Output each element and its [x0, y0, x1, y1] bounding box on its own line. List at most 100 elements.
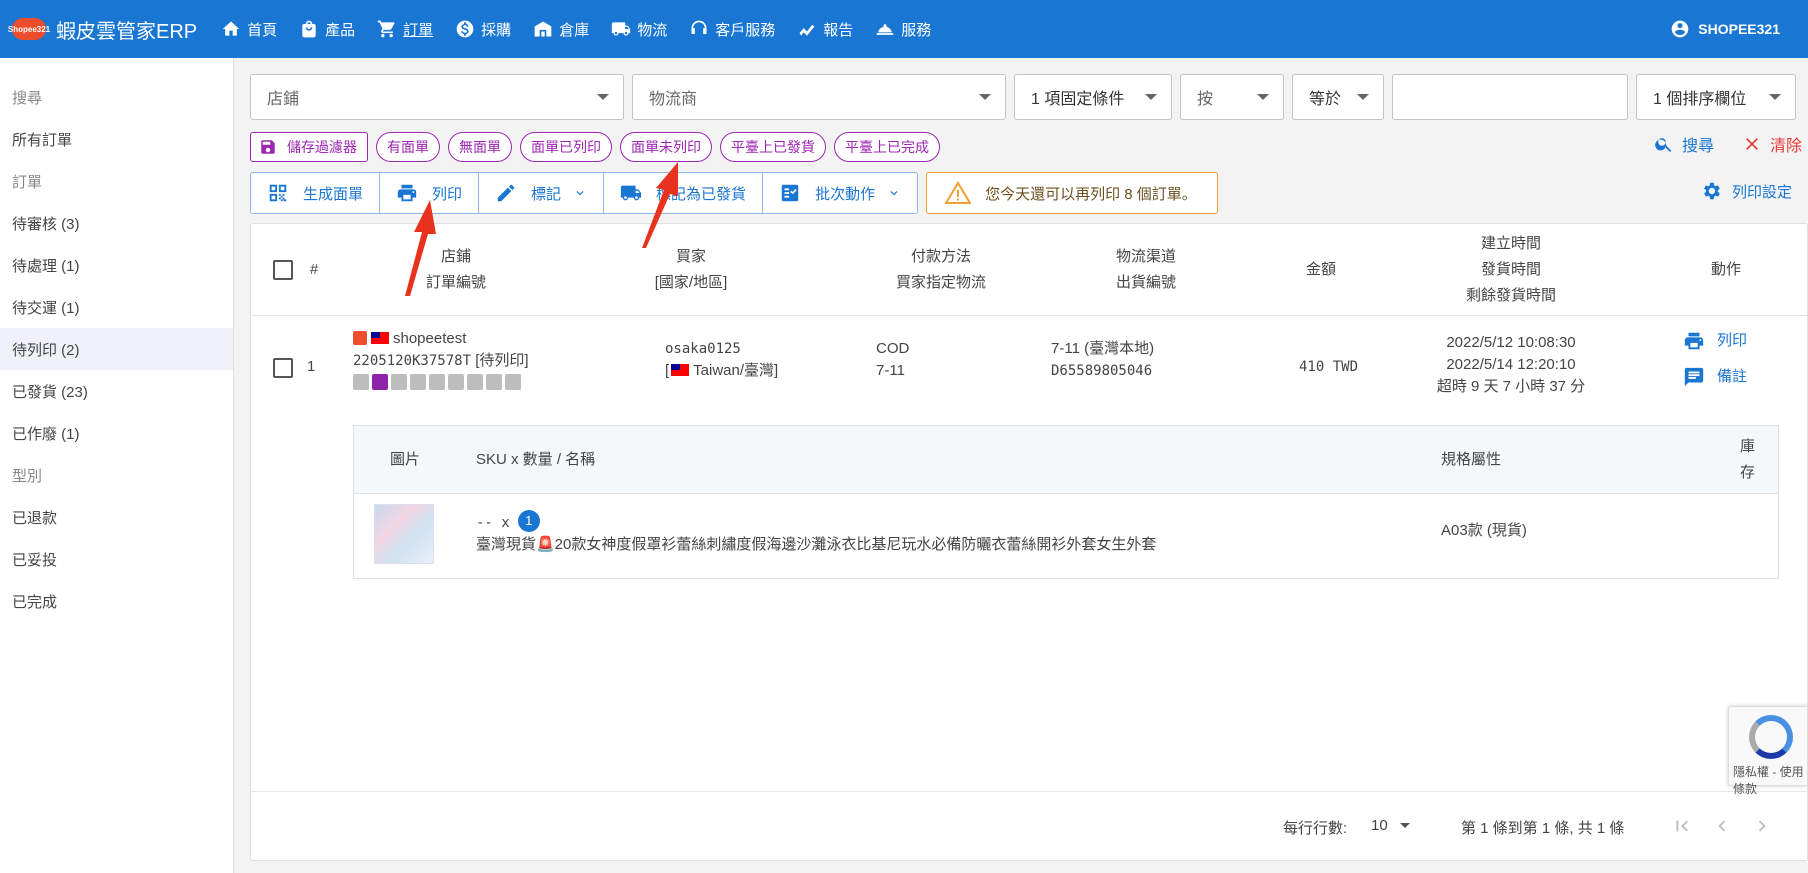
warning-text: 您今天還可以再列印 8 個訂單。	[985, 185, 1197, 203]
nav-purchase[interactable]: 採購	[455, 19, 511, 40]
chip-has-label[interactable]: 有面單	[376, 132, 440, 162]
buyer-cell: osaka0125 [Taiwan/臺灣]	[665, 338, 778, 382]
items-header-image: 圖片	[390, 451, 421, 468]
filter-row: 店鋪 物流商 1 項固定條件 按 等於 1 個排序欄位	[250, 74, 1808, 120]
item-name[interactable]: 臺灣現貨🚨20款女神度假罩衫蕾絲刺繡度假海邊沙灘泳衣比基尼玩水必備防曬衣蕾絲開衫…	[476, 534, 1376, 556]
header-times: 建立時間 發貨時間 剩餘發貨時間	[1431, 231, 1591, 309]
header-payment: 付款方法 買家指定物流	[871, 244, 1011, 296]
row-checkbox[interactable]	[273, 358, 293, 378]
first-page-icon	[1676, 820, 1688, 832]
nav-services[interactable]: 服務	[875, 19, 931, 40]
row-note-button[interactable]: 備註	[1683, 366, 1747, 388]
batch-actions-button[interactable]: 批次動作	[763, 173, 917, 213]
chip-label-printed[interactable]: 面單已列印	[520, 132, 612, 162]
chip-platform-shipped[interactable]: 平臺上已發貨	[720, 132, 826, 162]
comment-icon	[1684, 367, 1704, 387]
chip-label-not-printed[interactable]: 面單未列印	[620, 132, 712, 162]
mark-button[interactable]: 標記	[479, 173, 605, 213]
select-all-checkbox[interactable]	[273, 260, 293, 280]
buyer-region: Taiwan/臺灣	[693, 362, 775, 379]
order-line: 2205120K37578T [待列印]	[353, 350, 593, 372]
product-thumbnail[interactable]	[374, 504, 434, 564]
qr-code-icon	[269, 184, 287, 202]
items-header-spec: 規格屬性	[1441, 451, 1502, 468]
warning-icon	[945, 181, 972, 204]
user-menu[interactable]: SHOPEE321	[1670, 0, 1780, 58]
recaptcha-badge[interactable]: 隱私權 - 使用條款	[1728, 706, 1808, 796]
order-status-icons	[353, 374, 593, 390]
generate-label-text: 生成面單	[303, 185, 364, 203]
sidebar-item-delivered[interactable]: 已妥投	[0, 538, 233, 580]
sidebar-item-completed[interactable]: 已完成	[0, 580, 233, 622]
payment-cell: COD 7-11	[876, 338, 909, 382]
fixed-condition-select[interactable]: 1 項固定條件	[1014, 74, 1172, 120]
clear-button[interactable]: 清除	[1742, 132, 1802, 156]
sort-select[interactable]: 1 個排序欄位	[1636, 74, 1796, 120]
times-cell: 2022/5/12 10:08:30 2022/5/14 12:20:10 超時…	[1431, 332, 1591, 398]
row-note-label: 備註	[1717, 368, 1748, 385]
header-remaining-label: 剩餘發貨時間	[1465, 287, 1556, 304]
sort-select-label: 1 個排序欄位	[1653, 91, 1747, 108]
save-filter-label: 儲存過濾器	[287, 139, 357, 155]
sidebar-item-refunded[interactable]: 已退款	[0, 496, 233, 538]
nav-logistics[interactable]: 物流	[611, 19, 667, 40]
rows-per-page-select[interactable]: 10	[1371, 817, 1410, 834]
sidebar-item-pending-process[interactable]: 待處理 (1)	[0, 244, 233, 286]
batch-actions-text: 批次動作	[815, 185, 876, 203]
item-row: -- x 1 臺灣現貨🚨20款女神度假罩衫蕾絲刺繡度假海邊沙灘泳衣比基尼玩水必備防…	[354, 494, 1778, 578]
sidebar-item-all-orders[interactable]: 所有訂單	[0, 118, 233, 160]
chip-no-label[interactable]: 無面單	[448, 132, 512, 162]
generate-label-button[interactable]: 生成面單	[251, 173, 381, 213]
sidebar-item-voided[interactable]: 已作廢 (1)	[0, 412, 233, 454]
app-title: 蝦皮雲管家ERP	[56, 20, 198, 43]
sidebar-item-pending-ship[interactable]: 待交運 (1)	[0, 286, 233, 328]
sidebar-item-pending-review[interactable]: 待審核 (3)	[0, 202, 233, 244]
nav-orders[interactable]: 訂單	[377, 19, 433, 40]
sidebar-item-shipped[interactable]: 已發貨 (23)	[0, 370, 233, 412]
pagination: 每行行數: 10 第 1 條到第 1 條, 共 1 條	[251, 791, 1807, 861]
caret-down-icon	[1357, 94, 1369, 100]
cart-icon	[377, 20, 395, 38]
chevron-down-icon	[890, 191, 898, 196]
next-page-button[interactable]	[1751, 815, 1773, 841]
filter-value-input[interactable]	[1392, 74, 1628, 120]
items-header-stock: 庫存	[1740, 438, 1756, 481]
save-filter-button[interactable]: 儲存過濾器	[250, 132, 368, 162]
buyer-logistics: 7-11	[876, 362, 905, 379]
order-number[interactable]: 2205120K37578T	[353, 353, 471, 369]
field-select[interactable]: 按	[1180, 74, 1284, 120]
nav-label: 客戶服務	[715, 21, 776, 39]
brand-logo: Shopee321	[8, 18, 50, 40]
carrier-select[interactable]: 物流商	[632, 74, 1006, 120]
row-print-button[interactable]: 列印	[1683, 330, 1747, 352]
shop-select-label: 店鋪	[267, 91, 300, 108]
prev-page-button[interactable]	[1711, 815, 1733, 841]
message-icon	[410, 374, 426, 390]
channel-cell: 7-11 (臺灣本地) D65589805046	[1051, 338, 1154, 382]
brand[interactable]: Shopee321 蝦皮雲管家ERP	[8, 15, 198, 44]
first-page-button[interactable]	[1671, 815, 1693, 841]
rows-per-page-label: 每行行數:	[1283, 820, 1348, 837]
shop-select[interactable]: 店鋪	[250, 74, 624, 120]
gear-icon	[1704, 182, 1720, 200]
sidebar-section-type: 型別	[12, 467, 43, 485]
nav-home[interactable]: 首頁	[221, 19, 277, 40]
recaptcha-text: 隱私權 - 使用條款	[1733, 765, 1804, 796]
save-icon	[261, 140, 275, 154]
chevron-left-icon	[1718, 820, 1726, 832]
nav-reports[interactable]: 報告	[797, 19, 853, 40]
search-button[interactable]: 搜尋	[1654, 132, 1714, 156]
sidebar-item-pending-print[interactable]: 待列印 (2)	[0, 328, 233, 370]
caret-down-icon	[1257, 94, 1269, 100]
print-settings-button[interactable]: 列印設定	[1700, 180, 1792, 202]
chip-platform-completed[interactable]: 平臺上已完成	[834, 132, 940, 162]
nav-warehouse[interactable]: 倉庫	[533, 19, 589, 40]
header-buyer: 買家 [國家/地區]	[631, 244, 751, 296]
support-icon	[691, 20, 707, 34]
upload-icon	[391, 374, 407, 390]
nav-products[interactable]: 產品	[299, 19, 355, 40]
nav-customer-service[interactable]: 客戶服務	[689, 19, 775, 40]
operator-select[interactable]: 等於	[1292, 74, 1384, 120]
nav-label: 服務	[901, 21, 932, 39]
remaining-time: 超時 9 天 7 小時 37 分	[1436, 378, 1586, 395]
